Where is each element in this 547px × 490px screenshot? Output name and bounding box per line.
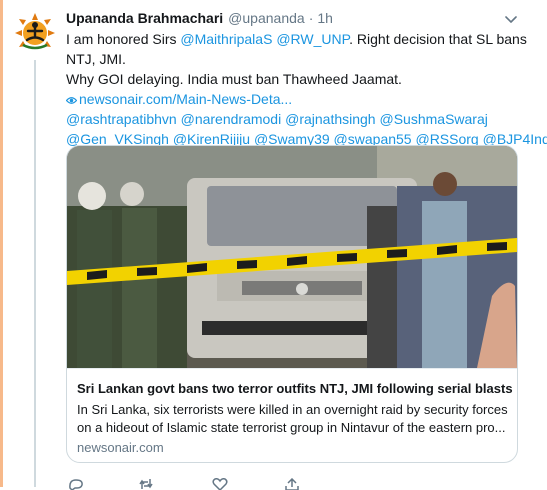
author-name[interactable]: Upananda Brahmachari bbox=[66, 10, 223, 26]
link-card[interactable]: Sri Lankan govt bans two terror outfits … bbox=[66, 145, 518, 463]
tweet-time[interactable]: 1h bbox=[317, 10, 333, 26]
tweet-content: Upananda Brahmachari @upananda · 1h I am… bbox=[65, 8, 547, 149]
tweet[interactable]: Upananda Brahmachari @upananda · 1h I am… bbox=[0, 0, 547, 490]
tweet-link-line: newsonair.com/Main-News-Deta... bbox=[65, 89, 526, 109]
author-handle[interactable]: @upananda bbox=[228, 10, 305, 26]
mention-link[interactable]: @rajnathsingh bbox=[285, 111, 376, 127]
text-suffix: . Right decision that SL bans bbox=[349, 31, 527, 47]
tweet-header: Upananda Brahmachari @upananda · 1h bbox=[66, 8, 526, 28]
thread-line bbox=[34, 60, 36, 487]
tweet-text: I am honored Sirs @MaithripalaS @RW_UNP.… bbox=[65, 29, 547, 149]
card-body: Sri Lankan govt bans two terror outfits … bbox=[67, 368, 517, 462]
mention-maithripalas[interactable]: @MaithripalaS bbox=[180, 31, 272, 47]
avatar[interactable] bbox=[13, 11, 57, 55]
tweet-text-line-2: NTJ, JMI. bbox=[66, 51, 126, 67]
mention-link[interactable]: @SushmaSwaraj bbox=[380, 111, 488, 127]
retweet-icon[interactable] bbox=[138, 478, 154, 490]
like-icon[interactable] bbox=[212, 478, 228, 490]
tweet-link[interactable]: newsonair.com/Main-News-Deta... bbox=[79, 91, 292, 107]
yoga-sun-logo-icon bbox=[13, 11, 57, 55]
card-image bbox=[67, 146, 517, 368]
text-prefix: I am honored Sirs bbox=[66, 31, 181, 47]
mention-link[interactable]: @narendramodi bbox=[181, 111, 282, 127]
time-separator: · bbox=[308, 10, 314, 26]
card-domain: newsonair.com bbox=[77, 440, 164, 455]
tweet-text-line-1: I am honored Sirs @MaithripalaS @RW_UNP.… bbox=[66, 29, 527, 49]
mention-link[interactable]: @rashtrapatibhvn bbox=[66, 111, 177, 127]
tweet-text-line-3: Why GOI delaying. India must ban Thawhee… bbox=[66, 71, 402, 87]
mention-rw-unp[interactable]: @RW_UNP bbox=[276, 31, 349, 47]
thread-accent-bar bbox=[0, 0, 3, 487]
link-eye-icon bbox=[65, 96, 78, 104]
reply-icon[interactable] bbox=[68, 478, 84, 490]
mentions-line-1: @rashtrapatibhvn @narendramodi @rajnaths… bbox=[66, 109, 526, 129]
card-description: In Sri Lanka, six terrorists were killed… bbox=[77, 402, 508, 435]
card-title: Sri Lankan govt bans two terror outfits … bbox=[77, 381, 513, 396]
chevron-down-icon[interactable] bbox=[503, 11, 519, 27]
tweet-actions bbox=[66, 478, 366, 490]
share-icon[interactable] bbox=[284, 478, 300, 490]
